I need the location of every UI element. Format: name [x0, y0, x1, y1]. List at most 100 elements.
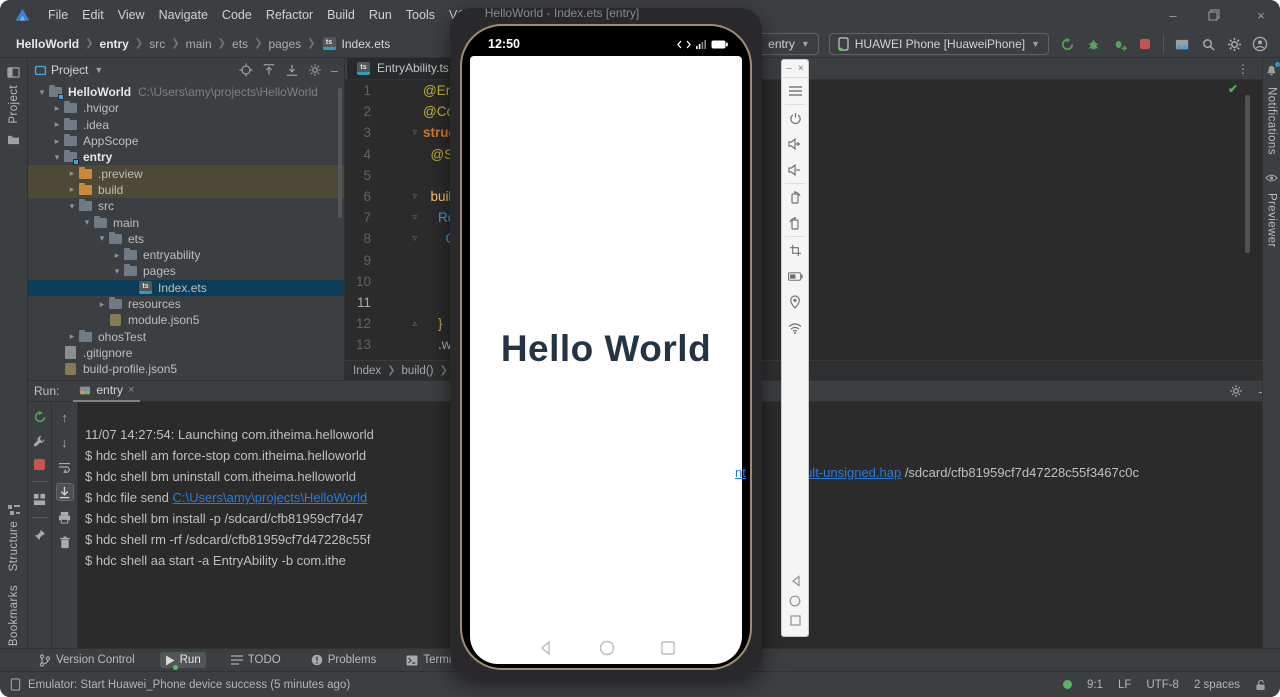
stop-icon[interactable] [34, 459, 45, 470]
tree-chevron-icon[interactable]: ▸ [111, 250, 123, 261]
breadcrumb-item[interactable]: src [149, 37, 165, 51]
toolwindow-version-control[interactable]: Version Control [34, 652, 140, 669]
tree-item-ets[interactable]: ▾ ets [28, 231, 344, 247]
tree-item--preview[interactable]: ▸ .preview [28, 165, 344, 182]
fold-arrow-icon[interactable]: ▿ [377, 228, 423, 249]
emulator-back-icon[interactable] [790, 575, 801, 587]
emulator-close-icon[interactable]: × [798, 63, 804, 74]
profile-avatar-icon[interactable] [1252, 36, 1268, 52]
tree-item-appscope[interactable]: ▸ AppScope [28, 133, 344, 149]
volume-up-icon[interactable] [784, 131, 806, 157]
tree-item--gitignore[interactable]: .gitignore [28, 345, 344, 361]
tree-item-build-profile-json5[interactable]: build-profile.json5 [28, 361, 344, 377]
tree-item-helloworld[interactable]: ▾ HelloWorld C:\Users\amy\projects\HelloWo… [28, 84, 344, 101]
editor-breadcrumb-item[interactable]: build() [402, 365, 434, 377]
breadcrumb-item[interactable]: main [186, 37, 212, 51]
tree-item-ohostest[interactable]: ▸ ohosTest [28, 328, 344, 344]
breadcrumb-item[interactable]: pages [268, 37, 301, 51]
tree-chevron-icon[interactable]: ▸ [66, 168, 78, 179]
tree-chevron-icon[interactable]: ▸ [51, 119, 63, 130]
project-structure-icon[interactable] [1174, 36, 1190, 52]
project-view-selector[interactable]: Project ▼ [51, 63, 103, 77]
settings-gear-icon[interactable] [1226, 36, 1242, 52]
indent-setting[interactable]: 2 spaces [1194, 679, 1240, 691]
sidebar-tab-bookmarks[interactable]: Bookmarks [8, 585, 20, 646]
menu-refactor[interactable]: Refactor [259, 5, 320, 25]
caret-position[interactable]: 9:1 [1087, 679, 1103, 691]
soft-wrap-icon[interactable] [56, 458, 74, 476]
rerun-icon[interactable] [33, 410, 47, 424]
wifi-icon[interactable] [784, 315, 806, 341]
tree-chevron-icon[interactable]: ▸ [51, 136, 63, 147]
lock-icon[interactable] [1255, 679, 1266, 691]
restore-layout-icon[interactable] [33, 493, 46, 506]
run-panel-settings-icon[interactable] [1229, 384, 1243, 399]
tree-chevron-icon[interactable]: ▸ [96, 299, 108, 310]
file-encoding[interactable]: UTF-8 [1146, 679, 1179, 691]
console-link[interactable]: C:\Users\amy\projects\HelloWorld [172, 490, 367, 505]
search-icon[interactable] [1200, 36, 1216, 52]
tree-chevron-icon[interactable]: ▸ [66, 331, 78, 342]
tree-chevron-icon[interactable]: ▾ [66, 201, 78, 212]
tree-item-main[interactable]: ▾ main [28, 214, 344, 230]
menu-view[interactable]: View [111, 5, 152, 25]
location-icon[interactable] [784, 289, 806, 315]
toolwindow-run[interactable]: Run [159, 652, 206, 670]
tree-item-index-ets[interactable]: ts Index.ets [28, 279, 344, 296]
expand-all-icon[interactable] [262, 63, 276, 77]
down-stack-trace-icon[interactable]: ↓ [56, 433, 74, 451]
emulator-menu-icon[interactable] [784, 78, 806, 104]
home-icon[interactable] [599, 640, 615, 656]
locate-file-icon[interactable] [239, 63, 253, 77]
project-scrollbar[interactable] [338, 88, 342, 218]
hide-panel-icon[interactable]: – [331, 63, 338, 78]
editor-options-icon[interactable]: ⋮ [1237, 62, 1250, 76]
pin-icon[interactable] [34, 529, 46, 541]
battery-settings-icon[interactable] [784, 263, 806, 289]
emulator-minimize-icon[interactable]: – [786, 63, 792, 74]
tree-item-build[interactable]: ▸ build [28, 181, 344, 199]
tree-chevron-icon[interactable]: ▾ [111, 266, 123, 277]
restore-button[interactable] [1208, 9, 1226, 21]
close-button[interactable]: × [1252, 8, 1270, 23]
stop-button[interactable] [1137, 36, 1153, 52]
close-tab-icon[interactable]: × [128, 384, 134, 396]
recents-icon[interactable] [660, 640, 675, 656]
volume-down-icon[interactable] [784, 157, 806, 183]
console-output[interactable]: 11/07 14:27:54: Launching com.itheima.he… [85, 424, 374, 571]
toolwindow-problems[interactable]: Problems [306, 652, 382, 668]
rerun-button[interactable] [1059, 36, 1075, 52]
fold-arrow-icon[interactable]: ▿ [377, 207, 423, 228]
minimize-button[interactable]: – [1164, 8, 1182, 23]
tree-chevron-icon[interactable]: ▾ [96, 233, 108, 244]
rotate-left-icon[interactable] [784, 184, 806, 210]
collapse-all-icon[interactable] [285, 63, 299, 77]
console-line-tail[interactable]: efault-unsigned.hap /sdcard/cfb81959cf7d… [787, 465, 1139, 481]
back-icon[interactable] [538, 640, 553, 656]
breadcrumb-item[interactable]: entry [100, 37, 129, 51]
menu-run[interactable]: Run [362, 5, 399, 25]
device-selector[interactable]: HUAWEI Phone [HuaweiPhone] ▼ [828, 33, 1049, 55]
intention-bulb-icon[interactable] [413, 295, 425, 310]
sidebar-tab-project[interactable]: Project [8, 85, 20, 124]
wrench-icon[interactable] [33, 435, 46, 448]
breadcrumb-file[interactable]: ts Index.ets [322, 37, 390, 51]
fold-arrow-icon[interactable]: ▿ [377, 122, 423, 143]
run-tab-entry[interactable]: entry × [73, 380, 141, 402]
tree-item-entryability[interactable]: ▸ entryability [28, 247, 344, 263]
sidebar-tab-previewer[interactable]: Previewer [1266, 193, 1278, 248]
emulator-home-icon[interactable] [789, 595, 801, 607]
tree-chevron-icon[interactable]: ▸ [66, 184, 78, 195]
tree-item--idea[interactable]: ▸ .idea [28, 117, 344, 133]
sidebar-tab-structure[interactable]: Structure [8, 521, 20, 571]
panel-settings-icon[interactable] [308, 63, 322, 77]
notifications-bell-icon[interactable] [1265, 62, 1280, 77]
fold-arrow-icon[interactable]: ▵ [377, 313, 423, 334]
tree-chevron-icon[interactable]: ▾ [51, 152, 63, 163]
menu-code[interactable]: Code [215, 5, 259, 25]
console-link-fragment[interactable]: nt [735, 465, 746, 481]
editor-breadcrumb-item[interactable]: Index [353, 365, 381, 377]
menu-tools[interactable]: Tools [399, 5, 442, 25]
tree-chevron-icon[interactable]: ▾ [81, 217, 93, 228]
line-separator[interactable]: LF [1118, 679, 1131, 691]
